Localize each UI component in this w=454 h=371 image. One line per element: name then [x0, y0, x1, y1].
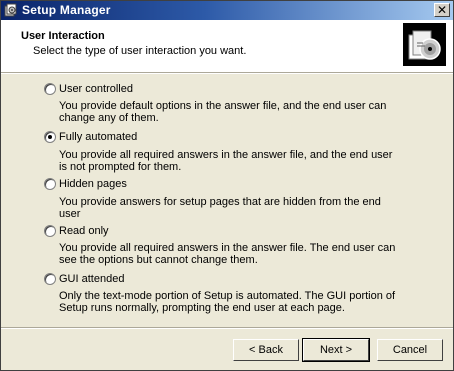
setup-manager-wizard-icon — [403, 23, 446, 66]
close-button[interactable]: ✕ — [434, 3, 450, 17]
fully-automated-label[interactable]: Fully automated — [59, 131, 137, 143]
hidden-pages-label[interactable]: Hidden pages — [59, 178, 127, 190]
page-title: User Interaction — [21, 30, 105, 42]
gui-attended-radio[interactable] — [44, 273, 56, 285]
read-only-label[interactable]: Read only — [59, 225, 109, 237]
wizard-header: User Interaction Select the type of user… — [1, 20, 453, 72]
setup-manager-window: Setup Manager ✕ User Interaction Select … — [0, 0, 454, 371]
close-icon: ✕ — [436, 3, 448, 17]
page-subtitle: Select the type of user interaction you … — [33, 45, 247, 57]
fully-automated-description: You provide all required answers in the … — [59, 149, 393, 173]
gui-attended-label[interactable]: GUI attended — [59, 273, 124, 285]
hidden-pages-description: You provide answers for setup pages that… — [59, 196, 381, 220]
footer-divider — [1, 327, 453, 329]
cancel-button[interactable]: Cancel — [377, 339, 443, 361]
user-controlled-radio[interactable] — [44, 83, 56, 95]
read-only-radio[interactable] — [44, 225, 56, 237]
fully-automated-radio[interactable] — [44, 131, 56, 143]
user-controlled-description: You provide default options in the answe… — [59, 100, 387, 124]
header-divider — [1, 72, 453, 74]
hidden-pages-radio[interactable] — [44, 178, 56, 190]
gui-attended-description: Only the text-mode portion of Setup is a… — [59, 290, 396, 314]
user-controlled-label[interactable]: User controlled — [59, 83, 133, 95]
back-button[interactable]: < Back — [233, 339, 299, 361]
read-only-description: You provide all required answers in the … — [59, 242, 396, 266]
setup-manager-icon — [4, 3, 17, 17]
title-bar[interactable]: Setup Manager ✕ — [1, 1, 453, 20]
window-title: Setup Manager — [22, 3, 111, 17]
next-button[interactable]: Next > — [302, 338, 370, 362]
